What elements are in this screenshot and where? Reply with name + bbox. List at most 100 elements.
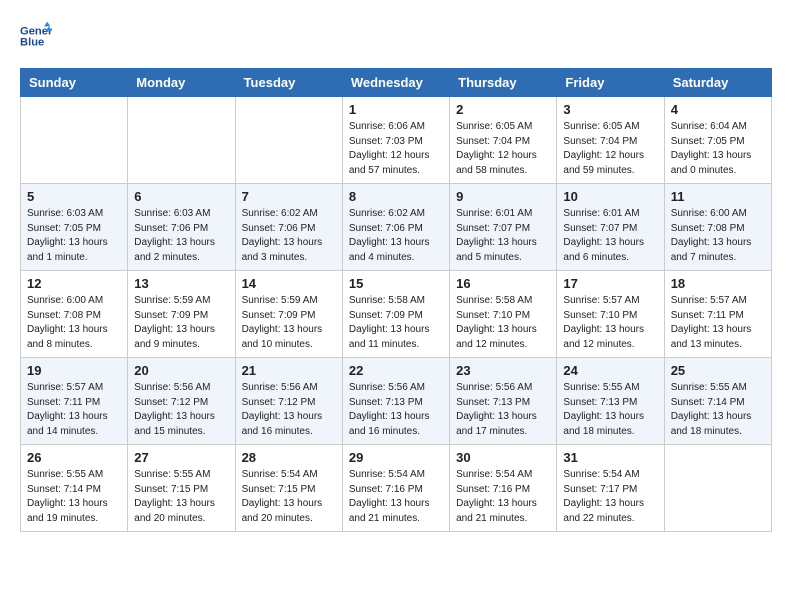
- calendar-cell: 4 Sunrise: 6:04 AM Sunset: 7:05 PM Daylig…: [664, 97, 771, 184]
- cell-info: Sunrise: 5:55 AM Sunset: 7:13 PM Dayligh…: [563, 381, 657, 439]
- day-number: 19: [27, 363, 121, 378]
- cell-info: Sunrise: 6:03 AM Sunset: 7:05 PM Dayligh…: [27, 207, 121, 265]
- cell-info: Sunrise: 5:58 AM Sunset: 7:09 PM Dayligh…: [349, 294, 443, 352]
- calendar-cell: 7 Sunrise: 6:02 AM Sunset: 7:06 PM Daylig…: [235, 184, 342, 271]
- calendar-cell: 14 Sunrise: 5:59 AM Sunset: 7:09 PM Dayli…: [235, 271, 342, 358]
- day-number: 17: [563, 276, 657, 291]
- day-number: 26: [27, 450, 121, 465]
- calendar-cell: 17 Sunrise: 5:57 AM Sunset: 7:10 PM Dayli…: [557, 271, 664, 358]
- calendar-cell: 28 Sunrise: 5:54 AM Sunset: 7:15 PM Dayli…: [235, 445, 342, 532]
- calendar-cell: 2 Sunrise: 6:05 AM Sunset: 7:04 PM Daylig…: [450, 97, 557, 184]
- day-number: 13: [134, 276, 228, 291]
- cell-info: Sunrise: 6:00 AM Sunset: 7:08 PM Dayligh…: [27, 294, 121, 352]
- calendar-cell: 13Sunrise: 5:59 AM Sunset: 7:09 PM Dayli…: [128, 271, 235, 358]
- weekday-header: Wednesday: [342, 69, 449, 97]
- cell-info: Sunrise: 6:05 AM Sunset: 7:04 PM Dayligh…: [563, 120, 657, 178]
- calendar-cell: 5 Sunrise: 6:03 AM Sunset: 7:05 PM Daylig…: [21, 184, 128, 271]
- day-number: 30: [456, 450, 550, 465]
- page-header: General Blue: [20, 20, 772, 52]
- day-number: 4: [671, 102, 765, 117]
- cell-info: Sunrise: 6:04 AM Sunset: 7:05 PM Dayligh…: [671, 120, 765, 178]
- calendar-cell: 29 Sunrise: 5:54 AM Sunset: 7:16 PM Dayli…: [342, 445, 449, 532]
- calendar-cell: [664, 445, 771, 532]
- day-number: 28: [242, 450, 336, 465]
- calendar-week-row: 26 Sunrise: 5:55 AM Sunset: 7:14 PM Dayli…: [21, 445, 772, 532]
- cell-info: Sunrise: 5:55 AM Sunset: 7:14 PM Dayligh…: [671, 381, 765, 439]
- calendar-cell: 30Sunrise: 5:54 AM Sunset: 7:16 PM Dayli…: [450, 445, 557, 532]
- weekday-header: Thursday: [450, 69, 557, 97]
- calendar-cell: 27 Sunrise: 5:55 AM Sunset: 7:15 PM Dayli…: [128, 445, 235, 532]
- cell-info: Sunrise: 5:57 AM Sunset: 7:11 PM Dayligh…: [27, 381, 121, 439]
- calendar-cell: 1Sunrise: 6:06 AM Sunset: 7:03 PM Daylig…: [342, 97, 449, 184]
- day-number: 23: [456, 363, 550, 378]
- svg-text:Blue: Blue: [20, 37, 44, 49]
- calendar-cell: 12 Sunrise: 6:00 AM Sunset: 7:08 PM Dayli…: [21, 271, 128, 358]
- cell-info: Sunrise: 6:02 AM Sunset: 7:06 PM Dayligh…: [349, 207, 443, 265]
- weekday-header: Tuesday: [235, 69, 342, 97]
- day-number: 10: [563, 189, 657, 204]
- calendar-cell: 10 Sunrise: 6:01 AM Sunset: 7:07 PM Dayli…: [557, 184, 664, 271]
- cell-info: Sunrise: 5:59 AM Sunset: 7:09 PM Dayligh…: [242, 294, 336, 352]
- calendar-cell: 9Sunrise: 6:01 AM Sunset: 7:07 PM Daylig…: [450, 184, 557, 271]
- day-number: 16: [456, 276, 550, 291]
- cell-info: Sunrise: 5:54 AM Sunset: 7:16 PM Dayligh…: [349, 468, 443, 526]
- day-number: 12: [27, 276, 121, 291]
- day-number: 5: [27, 189, 121, 204]
- calendar-cell: 26 Sunrise: 5:55 AM Sunset: 7:14 PM Dayli…: [21, 445, 128, 532]
- calendar-cell: 6 Sunrise: 6:03 AM Sunset: 7:06 PM Daylig…: [128, 184, 235, 271]
- day-number: 27: [134, 450, 228, 465]
- weekday-header: Sunday: [21, 69, 128, 97]
- calendar-cell: [235, 97, 342, 184]
- day-number: 6: [134, 189, 228, 204]
- calendar-week-row: 19 Sunrise: 5:57 AM Sunset: 7:11 PM Dayli…: [21, 358, 772, 445]
- cell-info: Sunrise: 6:00 AM Sunset: 7:08 PM Dayligh…: [671, 207, 765, 265]
- day-number: 29: [349, 450, 443, 465]
- weekday-header: Friday: [557, 69, 664, 97]
- day-number: 25: [671, 363, 765, 378]
- cell-info: Sunrise: 6:01 AM Sunset: 7:07 PM Dayligh…: [563, 207, 657, 265]
- day-number: 8: [349, 189, 443, 204]
- logo: General Blue: [20, 20, 60, 52]
- calendar-header-row: SundayMondayTuesdayWednesdayThursdayFrid…: [21, 69, 772, 97]
- cell-info: Sunrise: 6:03 AM Sunset: 7:06 PM Dayligh…: [134, 207, 228, 265]
- day-number: 14: [242, 276, 336, 291]
- svg-text:General: General: [20, 25, 52, 37]
- day-number: 18: [671, 276, 765, 291]
- day-number: 22: [349, 363, 443, 378]
- cell-info: Sunrise: 5:54 AM Sunset: 7:15 PM Dayligh…: [242, 468, 336, 526]
- cell-info: Sunrise: 6:05 AM Sunset: 7:04 PM Dayligh…: [456, 120, 550, 178]
- calendar-cell: 3Sunrise: 6:05 AM Sunset: 7:04 PM Daylig…: [557, 97, 664, 184]
- calendar-cell: 21 Sunrise: 5:56 AM Sunset: 7:12 PM Dayli…: [235, 358, 342, 445]
- cell-info: Sunrise: 5:55 AM Sunset: 7:15 PM Dayligh…: [134, 468, 228, 526]
- calendar-cell: 25 Sunrise: 5:55 AM Sunset: 7:14 PM Dayli…: [664, 358, 771, 445]
- calendar-cell: 15 Sunrise: 5:58 AM Sunset: 7:09 PM Dayli…: [342, 271, 449, 358]
- cell-info: Sunrise: 5:56 AM Sunset: 7:13 PM Dayligh…: [349, 381, 443, 439]
- day-number: 11: [671, 189, 765, 204]
- calendar-cell: 11 Sunrise: 6:00 AM Sunset: 7:08 PM Dayli…: [664, 184, 771, 271]
- calendar-cell: 8 Sunrise: 6:02 AM Sunset: 7:06 PM Daylig…: [342, 184, 449, 271]
- calendar-cell: 23 Sunrise: 5:56 AM Sunset: 7:13 PM Dayli…: [450, 358, 557, 445]
- calendar-cell: 24Sunrise: 5:55 AM Sunset: 7:13 PM Dayli…: [557, 358, 664, 445]
- day-number: 21: [242, 363, 336, 378]
- calendar-cell: [21, 97, 128, 184]
- calendar-table: SundayMondayTuesdayWednesdayThursdayFrid…: [20, 68, 772, 532]
- cell-info: Sunrise: 6:01 AM Sunset: 7:07 PM Dayligh…: [456, 207, 550, 265]
- calendar-cell: 22 Sunrise: 5:56 AM Sunset: 7:13 PM Dayli…: [342, 358, 449, 445]
- cell-info: Sunrise: 5:56 AM Sunset: 7:13 PM Dayligh…: [456, 381, 550, 439]
- calendar-cell: 20Sunrise: 5:56 AM Sunset: 7:12 PM Dayli…: [128, 358, 235, 445]
- calendar-cell: 31Sunrise: 5:54 AM Sunset: 7:17 PM Dayli…: [557, 445, 664, 532]
- calendar-cell: 16Sunrise: 5:58 AM Sunset: 7:10 PM Dayli…: [450, 271, 557, 358]
- cell-info: Sunrise: 5:55 AM Sunset: 7:14 PM Dayligh…: [27, 468, 121, 526]
- cell-info: Sunrise: 5:57 AM Sunset: 7:10 PM Dayligh…: [563, 294, 657, 352]
- calendar-cell: [128, 97, 235, 184]
- day-number: 15: [349, 276, 443, 291]
- cell-info: Sunrise: 6:02 AM Sunset: 7:06 PM Dayligh…: [242, 207, 336, 265]
- calendar-cell: 19 Sunrise: 5:57 AM Sunset: 7:11 PM Dayli…: [21, 358, 128, 445]
- cell-info: Sunrise: 5:57 AM Sunset: 7:11 PM Dayligh…: [671, 294, 765, 352]
- day-number: 2: [456, 102, 550, 117]
- cell-info: Sunrise: 5:54 AM Sunset: 7:17 PM Dayligh…: [563, 468, 657, 526]
- cell-info: Sunrise: 5:56 AM Sunset: 7:12 PM Dayligh…: [242, 381, 336, 439]
- day-number: 20: [134, 363, 228, 378]
- weekday-header: Monday: [128, 69, 235, 97]
- day-number: 7: [242, 189, 336, 204]
